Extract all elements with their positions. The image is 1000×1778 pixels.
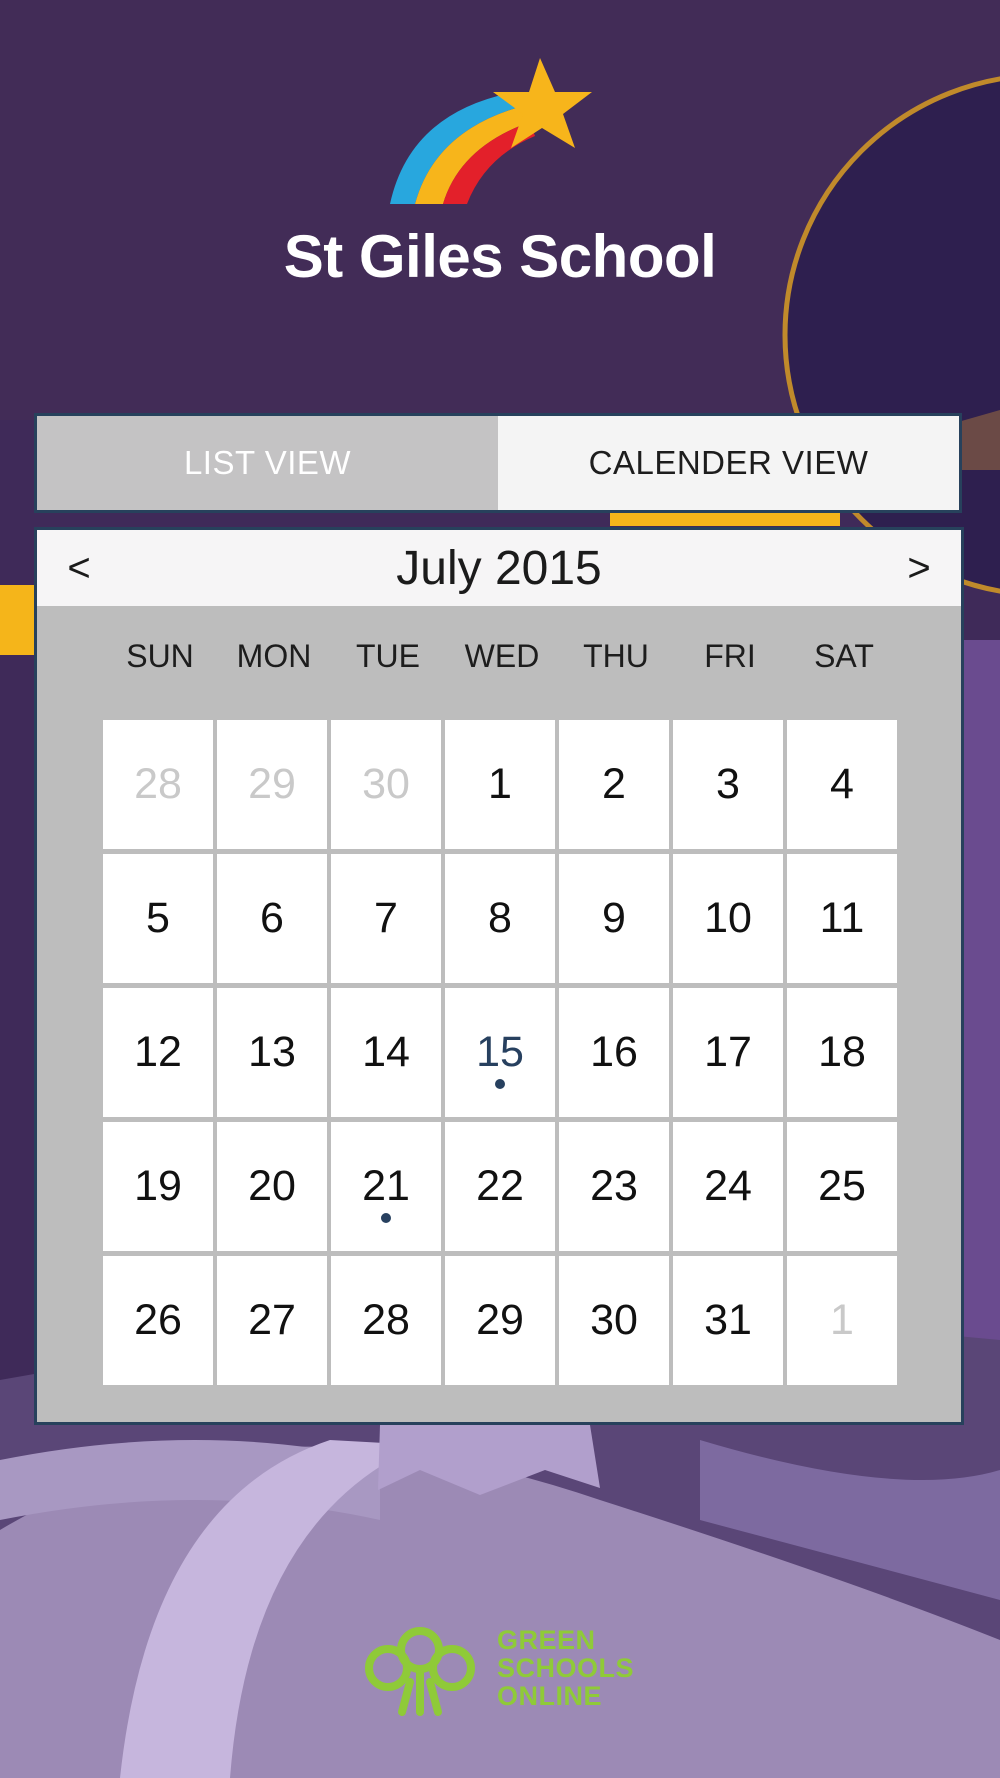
weekday-label: MON [236, 638, 312, 674]
day-number: 24 [704, 1162, 752, 1210]
brand-line: SCHOOLS [497, 1653, 635, 1683]
tree-icon [365, 1627, 475, 1716]
day-number: 19 [134, 1162, 182, 1210]
day-cell[interactable]: 19 [103, 1122, 213, 1251]
day-number: 30 [362, 760, 410, 808]
day-number: 17 [704, 1028, 752, 1076]
day-number: 14 [362, 1028, 410, 1076]
day-number: 28 [134, 760, 182, 808]
day-cell[interactable]: 24 [673, 1122, 783, 1251]
day-cell[interactable]: 27 [217, 1256, 327, 1385]
prev-month-button[interactable]: < [49, 530, 109, 606]
day-number: 21 [362, 1162, 410, 1210]
day-cell[interactable]: 14 [331, 988, 441, 1117]
day-number: 4 [830, 760, 854, 808]
day-number: 12 [134, 1028, 182, 1076]
day-cell[interactable]: 9 [559, 854, 669, 983]
day-cell[interactable]: 29 [217, 720, 327, 849]
day-cell[interactable]: 17 [673, 988, 783, 1117]
day-cell[interactable]: 8 [445, 854, 555, 983]
day-number: 6 [260, 894, 284, 942]
day-number: 1 [488, 760, 512, 808]
day-cell[interactable]: 12 [103, 988, 213, 1117]
weekday-label: WED [464, 638, 540, 674]
day-number: 7 [374, 894, 398, 942]
day-number: 8 [488, 894, 512, 942]
day-number: 10 [704, 894, 752, 942]
day-number: 9 [602, 894, 626, 942]
calendar-panel: < July 2015 > SUN MON TUE WED THU FRI SA… [34, 527, 964, 1425]
day-cell[interactable]: 16 [559, 988, 669, 1117]
day-cell[interactable]: 1 [787, 1256, 897, 1385]
event-dot [381, 1213, 391, 1223]
weekday-label: THU [583, 638, 649, 674]
day-cell[interactable]: 3 [673, 720, 783, 849]
day-cell[interactable]: 2 [559, 720, 669, 849]
day-cell[interactable]: 10 [673, 854, 783, 983]
day-cell[interactable]: 20 [217, 1122, 327, 1251]
day-cell[interactable]: 7 [331, 854, 441, 983]
weekday-label: TUE [356, 638, 420, 674]
day-cell[interactable]: 18 [787, 988, 897, 1117]
day-number: 23 [590, 1162, 638, 1210]
day-number: 1 [830, 1296, 854, 1344]
day-cell[interactable]: 5 [103, 854, 213, 983]
green-schools-online-logo: GREEN SCHOOLS ONLINE [360, 1620, 660, 1720]
school-name: St Giles School [283, 223, 717, 290]
tab-calendar-view[interactable]: CALENDER VIEW [498, 416, 959, 510]
day-number: 29 [476, 1296, 524, 1344]
day-number: 20 [248, 1162, 296, 1210]
shooting-star-rainbow-icon [390, 58, 592, 204]
day-number: 2 [602, 760, 626, 808]
day-cell[interactable]: 13 [217, 988, 327, 1117]
weekday-label: SUN [126, 638, 194, 674]
day-cell[interactable]: 29 [445, 1256, 555, 1385]
brand-line: ONLINE [497, 1681, 603, 1711]
day-number: 27 [248, 1296, 296, 1344]
event-dot [495, 1079, 505, 1089]
day-number: 15 [476, 1028, 524, 1076]
tab-list-view[interactable]: LIST VIEW [37, 416, 498, 510]
day-cell[interactable]: 26 [103, 1256, 213, 1385]
day-number: 18 [818, 1028, 866, 1076]
day-cell[interactable]: 30 [559, 1256, 669, 1385]
day-cell[interactable]: 21 [331, 1122, 441, 1251]
day-number: 31 [704, 1296, 752, 1344]
day-cell[interactable]: 4 [787, 720, 897, 849]
day-number: 16 [590, 1028, 638, 1076]
brand-line: GREEN [497, 1625, 596, 1655]
day-number: 11 [819, 894, 865, 942]
day-cell[interactable]: 31 [673, 1256, 783, 1385]
day-cell[interactable]: 15 [445, 988, 555, 1117]
weekday-label: SAT [814, 638, 874, 674]
day-cell[interactable]: 22 [445, 1122, 555, 1251]
day-number: 3 [716, 760, 740, 808]
weekday-label: FRI [704, 638, 756, 674]
day-number: 13 [248, 1028, 296, 1076]
day-cell[interactable]: 28 [103, 720, 213, 849]
day-number: 30 [590, 1296, 638, 1344]
month-label: July 2015 [396, 541, 602, 595]
day-grid: 28 29 30 1 2 3 4 5 6 7 8 9 10 11 12 13 14 15 16 17 18 19 20 21 2… [103, 720, 901, 1387]
day-number: 5 [146, 894, 170, 942]
day-cell[interactable]: 30 [331, 720, 441, 849]
day-number: 22 [476, 1162, 524, 1210]
calendar-header: < July 2015 > [37, 530, 961, 606]
day-cell[interactable]: 23 [559, 1122, 669, 1251]
day-cell[interactable]: 11 [787, 854, 897, 983]
view-tabs: LIST VIEW CALENDER VIEW [34, 413, 962, 513]
day-cell[interactable]: 25 [787, 1122, 897, 1251]
day-cell[interactable]: 28 [331, 1256, 441, 1385]
next-month-button[interactable]: > [889, 530, 949, 606]
day-number: 28 [362, 1296, 410, 1344]
day-number: 25 [818, 1162, 866, 1210]
day-number: 29 [248, 760, 296, 808]
day-number: 26 [134, 1296, 182, 1344]
brand-text: GREEN SCHOOLS ONLINE [497, 1626, 634, 1710]
day-cell[interactable]: 1 [445, 720, 555, 849]
day-cell[interactable]: 6 [217, 854, 327, 983]
weekday-header-row: SUN MON TUE WED THU FRI SAT [103, 638, 901, 675]
